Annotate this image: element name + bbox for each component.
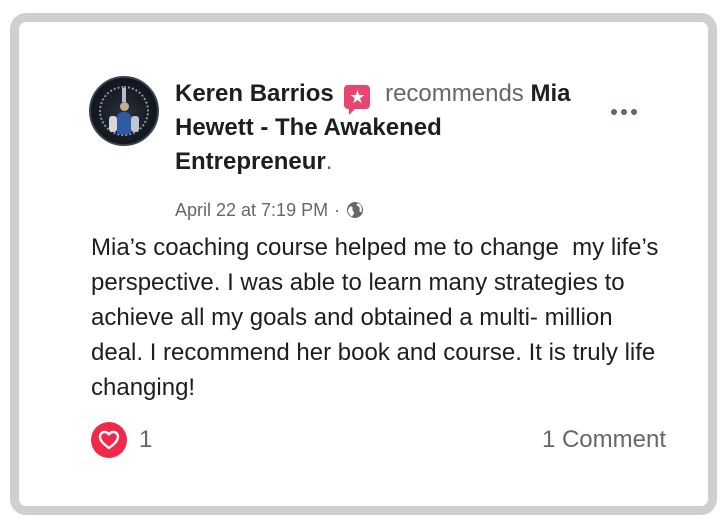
recommend-star-icon: ★ — [344, 85, 371, 115]
avatar-figure-body — [117, 112, 131, 134]
more-options-button[interactable] — [607, 102, 641, 122]
author-name-link[interactable]: Keren Barrios — [175, 80, 334, 107]
avatar-figure-left — [109, 116, 117, 132]
post-body-text: Mia’s coaching course helped me to chang… — [91, 234, 666, 401]
recommendation-post-card: Keren Barrios ★ recommends Mia Hewett - … — [19, 22, 708, 506]
avatar-spire — [122, 88, 126, 102]
author-avatar[interactable] — [89, 76, 159, 146]
post-frame: Keren Barrios ★ recommends Mia Hewett - … — [10, 13, 717, 515]
comments-count-link[interactable]: 1 Comment — [542, 425, 666, 455]
more-dot-icon — [621, 109, 627, 115]
globe-icon[interactable] — [346, 201, 364, 219]
heart-icon — [91, 422, 127, 458]
post-header: Keren Barrios ★ recommends Mia Hewett - … — [175, 77, 605, 179]
more-dot-icon — [611, 109, 617, 115]
post-timestamp-link[interactable]: April 22 at 7:19 PM — [175, 198, 328, 222]
reactions-summary[interactable]: 1 — [91, 422, 152, 458]
post-meta: April 22 at 7:19 PM · — [175, 198, 364, 222]
more-dot-icon — [631, 109, 637, 115]
avatar-figure-head — [120, 102, 129, 111]
recommends-label: recommends — [385, 80, 524, 107]
post-footer: 1 1 Comment — [91, 420, 666, 460]
meta-separator: · — [334, 200, 341, 220]
page-name-period: . — [325, 148, 333, 175]
avatar-figure-right — [131, 116, 139, 132]
reaction-count: 1 — [139, 426, 153, 453]
